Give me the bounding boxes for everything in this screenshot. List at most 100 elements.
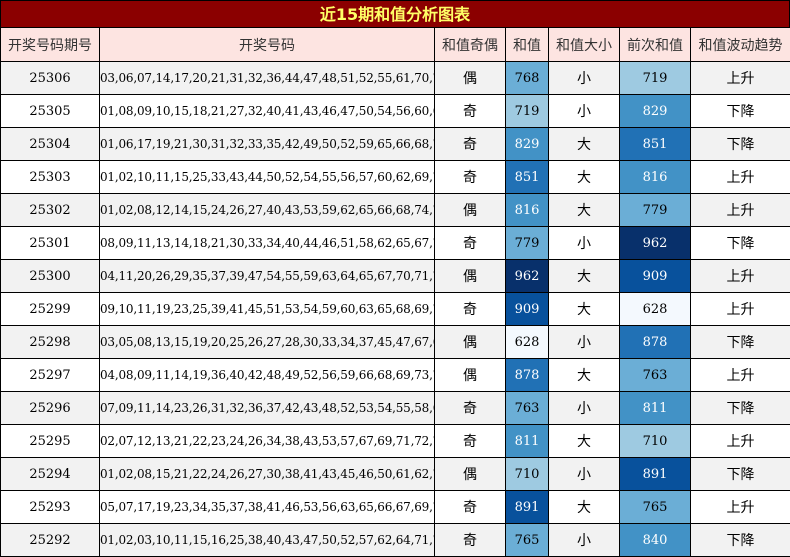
cell-trend: 上升 — [690, 424, 790, 458]
cell-parity: 偶 — [434, 61, 506, 95]
cell-prev-sum: 878 — [619, 325, 691, 359]
cell-prev-sum: 779 — [619, 193, 691, 227]
cell-sum: 878 — [505, 358, 549, 392]
cell-numbers: 03,06,07,14,17,20,21,31,32,36,44,47,48,5… — [99, 61, 435, 95]
cell-parity: 奇 — [434, 94, 506, 128]
cell-size: 大 — [548, 490, 620, 524]
table-row: 25300 04,11,20,26,29,35,37,39,47,54,55,59… — [0, 259, 790, 293]
sum-analysis-table: 开奖号码期号 开奖号码 和值奇偶 和值 和值大小 前次和值 和值波动趋势 253… — [0, 27, 790, 557]
cell-trend: 下降 — [690, 457, 790, 491]
cell-sum: 765 — [505, 523, 549, 557]
header-sum: 和值 — [505, 27, 549, 62]
cell-numbers: 01,02,08,15,21,22,24,26,27,30,38,41,43,4… — [99, 457, 435, 491]
cell-numbers: 04,08,09,11,14,19,36,40,42,48,49,52,56,5… — [99, 358, 435, 392]
cell-parity: 奇 — [434, 292, 506, 326]
cell-parity: 奇 — [434, 127, 506, 161]
cell-period: 25304 — [0, 127, 100, 161]
table-row: 25305 01,08,09,10,15,18,21,27,32,40,41,43… — [0, 94, 790, 128]
table-body: 25306 03,06,07,14,17,20,21,31,32,36,44,47… — [0, 61, 790, 557]
cell-sum: 779 — [505, 226, 549, 260]
cell-prev-sum: 763 — [619, 358, 691, 392]
cell-trend: 下降 — [690, 226, 790, 260]
cell-trend: 下降 — [690, 523, 790, 557]
cell-period: 25295 — [0, 424, 100, 458]
cell-period: 25306 — [0, 61, 100, 95]
cell-trend: 上升 — [690, 193, 790, 227]
cell-period: 25292 — [0, 523, 100, 557]
cell-size: 大 — [548, 424, 620, 458]
cell-parity: 奇 — [434, 523, 506, 557]
cell-sum: 628 — [505, 325, 549, 359]
cell-numbers: 05,07,17,19,23,34,35,37,38,41,46,53,56,6… — [99, 490, 435, 524]
cell-sum: 891 — [505, 490, 549, 524]
cell-numbers: 09,10,11,19,23,25,39,41,45,51,53,54,59,6… — [99, 292, 435, 326]
cell-parity: 奇 — [434, 226, 506, 260]
cell-period: 25294 — [0, 457, 100, 491]
cell-numbers: 04,11,20,26,29,35,37,39,47,54,55,59,63,6… — [99, 259, 435, 293]
table-row: 25295 02,07,12,13,21,22,23,24,26,34,38,43… — [0, 424, 790, 458]
cell-trend: 下降 — [690, 391, 790, 425]
cell-size: 小 — [548, 457, 620, 491]
cell-parity: 偶 — [434, 457, 506, 491]
cell-size: 大 — [548, 193, 620, 227]
header-period: 开奖号码期号 — [0, 27, 100, 62]
chart-title: 近15期和值分析图表 — [0, 0, 790, 27]
cell-period: 25293 — [0, 490, 100, 524]
cell-parity: 奇 — [434, 391, 506, 425]
cell-numbers: 01,08,09,10,15,18,21,27,32,40,41,43,46,4… — [99, 94, 435, 128]
cell-prev-sum: 891 — [619, 457, 691, 491]
cell-period: 25296 — [0, 391, 100, 425]
cell-period: 25301 — [0, 226, 100, 260]
cell-sum: 811 — [505, 424, 549, 458]
cell-size: 大 — [548, 127, 620, 161]
cell-size: 小 — [548, 325, 620, 359]
table-row: 25298 03,05,08,13,15,19,20,25,26,27,28,30… — [0, 325, 790, 359]
table-row: 25303 01,02,10,11,15,25,33,43,44,50,52,54… — [0, 160, 790, 194]
cell-prev-sum: 840 — [619, 523, 691, 557]
cell-prev-sum: 829 — [619, 94, 691, 128]
cell-trend: 上升 — [690, 259, 790, 293]
cell-sum: 851 — [505, 160, 549, 194]
cell-numbers: 01,02,03,10,11,15,16,25,38,40,43,47,50,5… — [99, 523, 435, 557]
cell-sum: 710 — [505, 457, 549, 491]
cell-period: 25303 — [0, 160, 100, 194]
cell-trend: 下降 — [690, 127, 790, 161]
cell-trend: 上升 — [690, 292, 790, 326]
cell-size: 大 — [548, 259, 620, 293]
cell-parity: 偶 — [434, 325, 506, 359]
table-row: 25306 03,06,07,14,17,20,21,31,32,36,44,47… — [0, 61, 790, 95]
cell-numbers: 01,02,10,11,15,25,33,43,44,50,52,54,55,5… — [99, 160, 435, 194]
table-row: 25292 01,02,03,10,11,15,16,25,38,40,43,47… — [0, 523, 790, 557]
cell-sum: 816 — [505, 193, 549, 227]
header-trend: 和值波动趋势 — [690, 27, 790, 62]
header-size: 和值大小 — [548, 27, 620, 62]
cell-numbers: 01,06,17,19,21,30,31,32,33,35,42,49,50,5… — [99, 127, 435, 161]
cell-numbers: 08,09,11,13,14,18,21,30,33,34,40,44,46,5… — [99, 226, 435, 260]
cell-numbers: 03,05,08,13,15,19,20,25,26,27,28,30,33,3… — [99, 325, 435, 359]
cell-prev-sum: 719 — [619, 61, 691, 95]
table-row: 25299 09,10,11,19,23,25,39,41,45,51,53,54… — [0, 292, 790, 326]
table-row: 25294 01,02,08,15,21,22,24,26,27,30,38,41… — [0, 457, 790, 491]
cell-period: 25299 — [0, 292, 100, 326]
cell-size: 小 — [548, 391, 620, 425]
header-numbers: 开奖号码 — [99, 27, 435, 62]
cell-numbers: 02,07,12,13,21,22,23,24,26,34,38,43,53,5… — [99, 424, 435, 458]
cell-prev-sum: 710 — [619, 424, 691, 458]
cell-prev-sum: 816 — [619, 160, 691, 194]
cell-size: 大 — [548, 358, 620, 392]
table-row: 25297 04,08,09,11,14,19,36,40,42,48,49,52… — [0, 358, 790, 392]
lottery-sum-analysis-page: 近15期和值分析图表 开奖号码期号 开奖号码 和值奇偶 和值 和值大小 前次和值… — [0, 0, 790, 557]
cell-trend: 上升 — [690, 61, 790, 95]
cell-trend: 上升 — [690, 160, 790, 194]
table-row: 25293 05,07,17,19,23,34,35,37,38,41,46,53… — [0, 490, 790, 524]
table-row: 25301 08,09,11,13,14,18,21,30,33,34,40,44… — [0, 226, 790, 260]
cell-parity: 奇 — [434, 490, 506, 524]
cell-sum: 719 — [505, 94, 549, 128]
table-row: 25296 07,09,11,14,23,26,31,32,36,37,42,43… — [0, 391, 790, 425]
cell-period: 25300 — [0, 259, 100, 293]
cell-period: 25298 — [0, 325, 100, 359]
cell-prev-sum: 962 — [619, 226, 691, 260]
cell-size: 小 — [548, 523, 620, 557]
cell-sum: 768 — [505, 61, 549, 95]
cell-sum: 962 — [505, 259, 549, 293]
